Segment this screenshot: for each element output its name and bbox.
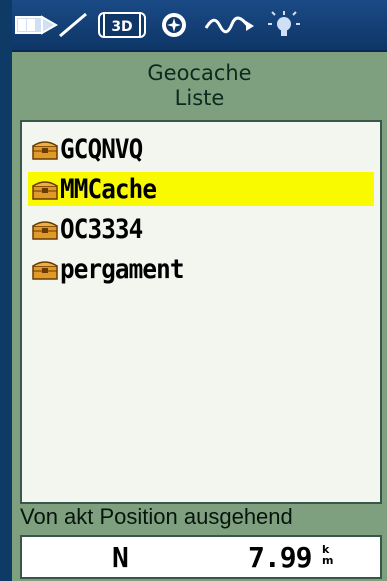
item-label: OC3334 bbox=[60, 213, 143, 245]
treasure-chest-icon bbox=[32, 141, 58, 160]
list-item-gcqnvq[interactable]: GCQNVQ bbox=[28, 132, 374, 166]
list-item-pergament[interactable]: pergament bbox=[28, 252, 374, 286]
item-label: GCQNVQ bbox=[60, 133, 143, 165]
3d-fix-icon: 3D bbox=[98, 12, 146, 38]
list-item-mmcache[interactable]: MMCache bbox=[28, 172, 374, 206]
direction-value: N bbox=[112, 541, 129, 574]
item-label: pergament bbox=[60, 253, 184, 285]
treasure-chest-icon bbox=[32, 261, 58, 280]
distance-readout: N 7.99 k m bbox=[20, 535, 382, 579]
compass-icon bbox=[162, 13, 186, 37]
geocache-list[interactable]: GCQNVQ MMCache OC3334 pergament bbox=[20, 120, 382, 504]
unit-bottom: m bbox=[322, 554, 334, 567]
reference-label: Von akt Position ausgehend bbox=[20, 504, 293, 529]
treasure-chest-icon bbox=[32, 221, 58, 240]
gps-screen: 3D Geocache Liste GCQNVQ MMCache OC3334 … bbox=[12, 0, 387, 581]
distance-value: 7.99 bbox=[248, 541, 312, 574]
list-item-oc3334[interactable]: OC3334 bbox=[28, 212, 374, 246]
battery-icon bbox=[15, 12, 87, 38]
item-label: MMCache bbox=[60, 173, 157, 205]
title-line2: Liste bbox=[174, 86, 225, 110]
backlight-icon bbox=[268, 11, 300, 36]
fix-label: 3D bbox=[111, 19, 132, 35]
treasure-chest-icon bbox=[32, 181, 58, 200]
satellite-icon bbox=[204, 16, 254, 34]
title-line1: Geocache bbox=[147, 61, 252, 85]
page-title: Geocache Liste bbox=[12, 52, 387, 118]
distance-unit: k m bbox=[322, 544, 336, 566]
status-toolbar: 3D bbox=[12, 0, 387, 52]
